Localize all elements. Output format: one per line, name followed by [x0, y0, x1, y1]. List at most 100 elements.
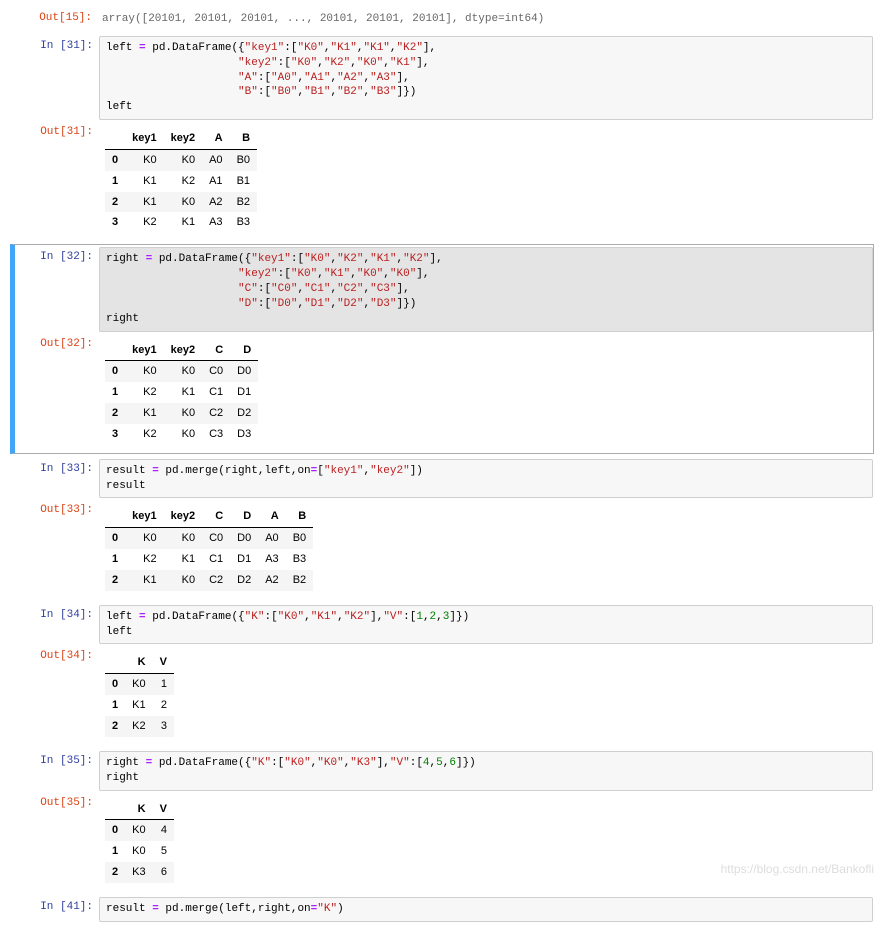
- table-header: key1: [125, 340, 163, 361]
- table-row: 1K1K2A1B1: [105, 171, 257, 192]
- table-cell: B3: [230, 212, 257, 233]
- code-input[interactable]: left = pd.DataFrame({"K":["K0","K1","K2"…: [99, 605, 873, 645]
- output-table: KV0K011K122K23: [105, 652, 174, 736]
- table-cell: C0: [202, 361, 230, 382]
- table-index: 1: [105, 171, 125, 192]
- in-prompt: In [32]:: [15, 247, 99, 331]
- table-cell: K0: [164, 361, 202, 382]
- table-cell: K1: [164, 382, 202, 403]
- output-text: array([20101, 20101, 20101, ..., 20101, …: [98, 8, 874, 31]
- table-header: C: [202, 506, 230, 527]
- table-row: 3K2K1A3B3: [105, 212, 257, 233]
- table-header: K: [125, 799, 152, 820]
- table-cell: A2: [202, 192, 229, 213]
- input-row: In [33]:result = pd.merge(right,left,on=…: [11, 459, 873, 499]
- table-cell: K1: [125, 695, 152, 716]
- table-cell: K2: [125, 424, 163, 445]
- table-cell: K0: [125, 361, 163, 382]
- out-prompt: Out[31]:: [11, 122, 99, 237]
- notebook-cell[interactable]: In [35]:right = pd.DataFrame({"K":["K0",…: [10, 748, 874, 892]
- table-cell: C0: [202, 528, 230, 549]
- table-index: 1: [105, 549, 125, 570]
- table-row: 0K0K0C0D0: [105, 361, 258, 382]
- table-index: 2: [105, 403, 125, 424]
- table-index: 0: [105, 820, 125, 841]
- table-header: A: [258, 506, 285, 527]
- output-area: KV0K011K122K23: [99, 646, 873, 740]
- table-cell: B1: [230, 171, 257, 192]
- table-cell: B0: [286, 528, 313, 549]
- table-cell: A3: [202, 212, 229, 233]
- table-index: 3: [105, 212, 125, 233]
- table-header: [105, 506, 125, 527]
- in-prompt: In [34]:: [11, 605, 99, 645]
- input-row: In [32]:right = pd.DataFrame({"key1":["K…: [15, 247, 873, 331]
- input-row: In [35]:right = pd.DataFrame({"K":["K0",…: [11, 751, 873, 791]
- output-area: key1key2CDAB0K0K0C0D0A0B01K2K1C1D1A3B32K…: [99, 500, 873, 594]
- table-cell: K0: [125, 820, 152, 841]
- table-cell: D2: [230, 570, 258, 591]
- output-row: Out[33]:key1key2CDAB0K0K0C0D0A0B01K2K1C1…: [11, 500, 873, 594]
- table-cell: K0: [164, 403, 202, 424]
- notebook-cell[interactable]: In [34]:left = pd.DataFrame({"K":["K0","…: [10, 602, 874, 746]
- table-cell: K2: [125, 716, 152, 737]
- output-table: key1key2AB0K0K0A0B01K1K2A1B12K1K0A2B23K2…: [105, 128, 257, 233]
- table-cell: B3: [286, 549, 313, 570]
- in-prompt: In [31]:: [11, 36, 99, 120]
- table-cell: C3: [202, 424, 230, 445]
- table-header: [105, 652, 125, 673]
- table-cell: A0: [258, 528, 285, 549]
- code-input[interactable]: result = pd.merge(right,left,on=["key1",…: [99, 459, 873, 499]
- table-header: D: [230, 506, 258, 527]
- table-row: 0K0K0C0D0A0B0: [105, 528, 313, 549]
- notebook-cell[interactable]: In [31]:left = pd.DataFrame({"key1":["K0…: [10, 33, 874, 242]
- table-index: 3: [105, 424, 125, 445]
- table-header: key1: [125, 128, 163, 149]
- table-cell: K0: [125, 841, 152, 862]
- table-cell: K0: [164, 149, 202, 170]
- table-cell: A1: [202, 171, 229, 192]
- out-prompt: Out[15]:: [10, 8, 98, 31]
- table-index: 1: [105, 382, 125, 403]
- table-header: [105, 128, 125, 149]
- code-input[interactable]: right = pd.DataFrame({"K":["K0","K0","K3…: [99, 751, 873, 791]
- code-input[interactable]: left = pd.DataFrame({"key1":["K0","K1","…: [99, 36, 873, 120]
- table-cell: K2: [125, 212, 163, 233]
- table-cell: C2: [202, 570, 230, 591]
- table-index: 1: [105, 841, 125, 862]
- notebook-cell[interactable]: In [32]:right = pd.DataFrame({"key1":["K…: [10, 244, 874, 453]
- output-table: key1key2CD0K0K0C0D01K2K1C1D12K1K0C2D23K2…: [105, 340, 258, 445]
- output-table: KV0K041K052K36: [105, 799, 174, 883]
- table-cell: K0: [164, 570, 202, 591]
- notebook-cell[interactable]: In [33]:result = pd.merge(right,left,on=…: [10, 456, 874, 600]
- table-row: 1K12: [105, 695, 174, 716]
- table-cell: 3: [153, 716, 174, 737]
- table-cell: B2: [230, 192, 257, 213]
- table-cell: C1: [202, 549, 230, 570]
- table-cell: 1: [153, 674, 174, 695]
- table-row: 2K1K0C2D2A2B2: [105, 570, 313, 591]
- table-row: 2K23: [105, 716, 174, 737]
- table-index: 2: [105, 862, 125, 883]
- in-prompt: In [41]:: [11, 897, 99, 922]
- table-header: K: [125, 652, 152, 673]
- code-input[interactable]: result = pd.merge(left,right,on="K"): [99, 897, 873, 922]
- output-table: key1key2CDAB0K0K0C0D0A0B01K2K1C1D1A3B32K…: [105, 506, 313, 590]
- table-cell: D1: [230, 549, 258, 570]
- table-cell: 5: [153, 841, 174, 862]
- output-row: Out[31]:key1key2AB0K0K0A0B01K1K2A1B12K1K…: [11, 122, 873, 237]
- output-area: key1key2CD0K0K0C0D01K2K1C1D12K1K0C2D23K2…: [99, 334, 873, 449]
- table-header: C: [202, 340, 230, 361]
- output-row: Out[35]:KV0K041K052K36: [11, 793, 873, 887]
- table-header: [105, 340, 125, 361]
- code-input[interactable]: right = pd.DataFrame({"key1":["K0","K2",…: [99, 247, 873, 331]
- notebook-cell[interactable]: In [41]:result = pd.merge(left,right,on=…: [10, 894, 874, 927]
- output-area: key1key2AB0K0K0A0B01K1K2A1B12K1K0A2B23K2…: [99, 122, 873, 237]
- table-index: 0: [105, 674, 125, 695]
- out-prompt: Out[35]:: [11, 793, 99, 887]
- output-cell: Out[15]:array([20101, 20101, 20101, ...,…: [10, 8, 874, 31]
- table-header: key2: [164, 506, 202, 527]
- table-index: 0: [105, 361, 125, 382]
- table-cell: 6: [153, 862, 174, 883]
- table-index: 2: [105, 716, 125, 737]
